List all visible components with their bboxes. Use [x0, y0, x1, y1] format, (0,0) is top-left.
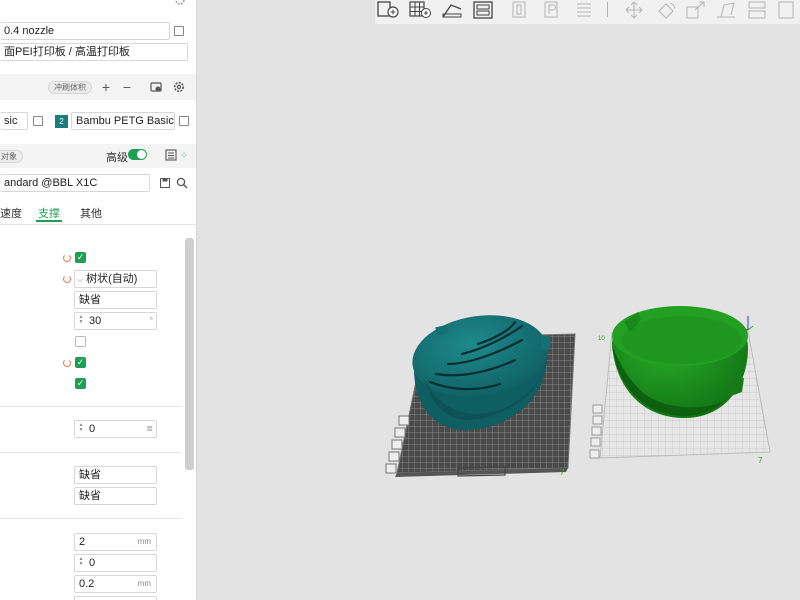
add-plate-icon[interactable] [409, 1, 431, 18]
filament-slot-2[interactable]: Bambu PETG Basic [71, 112, 175, 130]
support-type-select[interactable]: ⌵ 树状(自动) [74, 270, 157, 288]
layers-icon[interactable] [575, 1, 591, 17]
move-icon[interactable] [623, 1, 643, 19]
auto-orient-icon[interactable] [441, 1, 462, 18]
raft-layers-value: 0 [89, 423, 96, 435]
support-filament-interface-select[interactable]: 缺省 [74, 487, 157, 505]
plate-2-side-icons[interactable] [589, 404, 603, 459]
edit-filament-1-icon[interactable] [33, 116, 43, 126]
base-pattern-spacing-value: 2 [79, 536, 86, 548]
compare-settings-icon[interactable] [165, 149, 177, 161]
plate-2-label: 7 [758, 456, 763, 465]
search-icon[interactable] [176, 177, 188, 189]
remove-small-overhang-checkbox[interactable]: ✓ [75, 357, 86, 368]
filament-header [0, 74, 196, 100]
scale-icon[interactable] [685, 1, 705, 19]
tab-speed[interactable]: 速度 [0, 205, 22, 221]
filament-settings-gear-icon[interactable] [173, 81, 185, 93]
filament-slot-2-name: Bambu PETG Basic [76, 115, 174, 127]
remove-filament-icon[interactable]: − [121, 79, 133, 95]
interface-spacing-value: 0.2 [79, 578, 95, 590]
object-mode-tag[interactable]: 对象 [0, 150, 23, 163]
plate-1-label: 7 [560, 468, 565, 477]
threshold-angle-input[interactable]: 30 ° [74, 312, 157, 330]
nozzle-label: 0.4 nozzle [4, 25, 55, 37]
interface-layers-value: 0 [89, 557, 96, 569]
viewport-3d[interactable]: 7 10 7 [196, 24, 800, 600]
advanced-toggle[interactable] [128, 149, 147, 160]
rotate-icon[interactable] [655, 1, 676, 19]
filament-slot-1-label: sic [4, 115, 18, 127]
interface-spacing-unit: mm [137, 579, 151, 588]
tab-support-underline [36, 220, 62, 222]
tab-other[interactable]: 其他 [80, 205, 102, 221]
nozzle-select[interactable]: 0.4 nozzle [0, 22, 170, 40]
toolbar-faded-group [505, 0, 795, 20]
edit-filament-2-icon[interactable] [179, 116, 189, 126]
threshold-angle-unit: ° [149, 316, 153, 325]
settings-panel: 0.4 nozzle 面PEI打印板 / 高温打印板 冲刷体积 + − sic … [0, 0, 197, 600]
process-preset-select[interactable]: andard @BBL X1C [0, 174, 150, 192]
add-filament-icon[interactable]: + [100, 79, 112, 95]
arrange-icon[interactable] [473, 1, 493, 19]
threshold-stepper-icon[interactable]: ▲ ▼ [78, 315, 84, 325]
support-style-value: 缺省 [79, 294, 101, 306]
top-toolbar [375, 0, 800, 24]
reset-support-type-icon[interactable] [63, 275, 71, 283]
process-preset-label: andard @BBL X1C [4, 177, 98, 189]
add-object-icon[interactable] [377, 1, 399, 18]
base-pattern-spacing-input[interactable]: 2 mm [74, 533, 157, 551]
advanced-toggle-knob [137, 150, 146, 159]
filament-slot-2-color[interactable]: 2 [55, 115, 68, 128]
plate-2-corner-label: 10 [598, 336, 605, 342]
interface-layers-input[interactable]: 0 [74, 554, 157, 572]
next-setting-input[interactable] [74, 596, 157, 600]
filament-divider [0, 452, 182, 453]
reset-remove-small-overhang-icon[interactable] [63, 359, 71, 367]
chevron-down-icon: ⌵ [77, 275, 84, 284]
support-filament-interface-value: 缺省 [79, 490, 101, 502]
wizard-icon[interactable]: ⁘ [179, 149, 189, 161]
save-preset-icon[interactable] [160, 178, 170, 188]
raft-divider [0, 406, 182, 407]
support-critical-regions-checkbox[interactable]: ✓ [75, 378, 86, 389]
support-type-value: 树状(自动) [86, 273, 138, 285]
support-filament-base-select[interactable]: 缺省 [74, 466, 157, 484]
raft-stepper-icon[interactable]: ▲ ▼ [78, 423, 84, 433]
layers-unit-icon: ≣ [146, 424, 153, 433]
tabs-divider [0, 224, 196, 225]
flush-volume-button[interactable]: 冲刷体积 [48, 81, 92, 94]
split-objects-icon[interactable] [511, 1, 527, 18]
reset-enable-support-icon[interactable] [63, 254, 71, 262]
advanced-divider [0, 518, 182, 519]
cut-icon[interactable] [747, 1, 766, 19]
enable-support-checkbox[interactable]: ✓ [75, 252, 86, 263]
support-style-select[interactable]: 缺省 [74, 291, 157, 309]
raft-layers-input[interactable]: 0 ≣ [74, 420, 157, 438]
tab-support[interactable]: 支撑 [38, 205, 60, 221]
object-mode-label: 对象 [1, 152, 17, 161]
lay-on-face-icon[interactable] [715, 1, 735, 18]
base-pattern-spacing-unit: mm [137, 537, 151, 546]
on-build-plate-only-checkbox[interactable] [75, 336, 86, 347]
filament-sync-icon[interactable] [150, 81, 162, 93]
plate-type-label: 面PEI打印板 / 高温打印板 [4, 46, 130, 58]
filament-slot-2-index: 2 [59, 117, 64, 126]
flush-volume-label: 冲刷体积 [54, 83, 86, 92]
advanced-label: 高级 [106, 152, 128, 164]
panel-scrollbar[interactable] [185, 238, 194, 470]
plate-type-select[interactable]: 面PEI打印板 / 高温打印板 [0, 43, 188, 61]
filament-slot-1[interactable]: sic [0, 112, 28, 130]
panel-top-gear-icon[interactable] [174, 0, 186, 6]
threshold-angle-value: 30 [89, 315, 102, 327]
support-filament-base-value: 缺省 [79, 469, 101, 481]
interface-layers-stepper-icon[interactable]: ▲ ▼ [78, 557, 84, 567]
split-parts-icon[interactable] [543, 1, 559, 18]
toolbar-divider [607, 2, 608, 17]
more-tools-icon[interactable] [777, 1, 794, 19]
interface-spacing-input[interactable]: 0.2 mm [74, 575, 157, 593]
edit-printer-icon[interactable] [174, 26, 184, 36]
